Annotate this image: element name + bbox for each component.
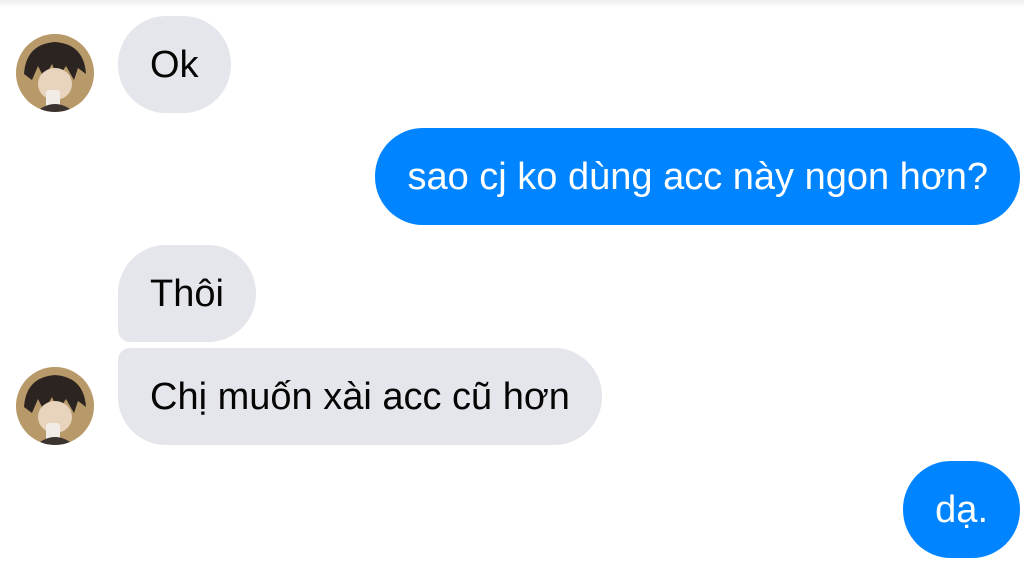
message-text: Thôi	[150, 272, 224, 315]
message-text: dạ.	[935, 488, 988, 531]
contact-avatar[interactable]	[16, 34, 94, 112]
message-bubble-incoming[interactable]: Chị muốn xài acc cũ hơn	[118, 348, 602, 445]
message-text: Ok	[150, 43, 199, 86]
message-text: Chị muốn xài acc cũ hơn	[150, 375, 570, 418]
top-divider	[0, 0, 1024, 8]
message-bubble-incoming[interactable]: Ok	[118, 16, 231, 113]
message-bubble-incoming[interactable]: Thôi	[118, 245, 256, 342]
message-bubble-outgoing[interactable]: sao cj ko dùng acc này ngon hơn?	[375, 128, 1020, 225]
contact-avatar[interactable]	[16, 367, 94, 445]
message-text: sao cj ko dùng acc này ngon hơn?	[407, 155, 988, 198]
message-bubble-outgoing[interactable]: dạ.	[903, 461, 1020, 558]
